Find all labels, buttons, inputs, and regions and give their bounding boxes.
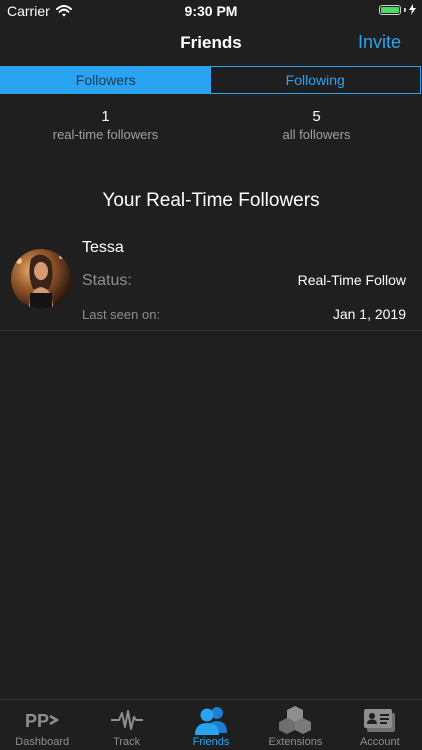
people-icon xyxy=(194,704,228,736)
tab-dashboard[interactable]: PP Dashboard xyxy=(0,700,84,750)
last-seen-label: Last seen on: xyxy=(82,307,161,322)
tab-label: Dashboard xyxy=(15,736,70,748)
tab-extensions[interactable]: Extensions xyxy=(253,700,337,750)
tab-bar: PP Dashboard Track Friends Extensions Ac… xyxy=(0,699,422,750)
charging-bolt-icon xyxy=(409,4,416,15)
status-time: 9:30 PM xyxy=(184,3,238,19)
tab-label: Friends xyxy=(192,736,230,748)
tab-label: Account xyxy=(359,736,400,748)
cubes-icon xyxy=(278,704,312,736)
battery-icon xyxy=(379,4,401,15)
follower-stats: 1 real-time followers 5 all followers xyxy=(0,108,422,152)
last-seen-value: Jan 1, 2019 xyxy=(332,306,406,322)
stat-real-time-followers: 1 real-time followers xyxy=(0,108,211,142)
stat-label: real-time followers xyxy=(52,127,159,142)
pp-logo-icon: PP xyxy=(25,704,60,736)
invite-button[interactable]: Invite xyxy=(358,32,401,53)
tab-track[interactable]: Track xyxy=(84,700,168,750)
tab-account[interactable]: Account xyxy=(338,700,422,750)
section-title: Your Real-Time Followers xyxy=(102,190,320,211)
stat-value: 5 xyxy=(312,108,321,125)
status-label: Status: xyxy=(82,272,132,289)
followers-following-segmented-control: Followers Following xyxy=(0,66,421,94)
segment-followers[interactable]: Followers xyxy=(1,67,211,93)
follower-name: Tessa xyxy=(82,239,124,256)
navigation-bar: Friends Invite xyxy=(0,22,422,66)
battery-indicator xyxy=(379,4,416,15)
tab-label: Extensions xyxy=(268,736,323,748)
row-divider xyxy=(0,330,422,331)
avatar[interactable] xyxy=(11,249,71,309)
status-value: Real-Time Follow xyxy=(297,272,406,288)
id-card-icon xyxy=(363,704,397,736)
follower-row[interactable]: Tessa Status: Real-Time Follow Last seen… xyxy=(0,232,422,331)
svg-text:PP: PP xyxy=(25,711,49,731)
stat-value: 1 xyxy=(101,108,110,125)
stat-label: all followers xyxy=(282,127,351,142)
stat-all-followers: 5 all followers xyxy=(211,108,422,142)
pulse-icon xyxy=(110,704,144,736)
tab-friends[interactable]: Friends xyxy=(169,700,253,750)
segment-following[interactable]: Following xyxy=(211,67,421,93)
tab-label: Track xyxy=(113,736,141,748)
status-bar: Carrier 9:30 PM xyxy=(0,0,422,22)
